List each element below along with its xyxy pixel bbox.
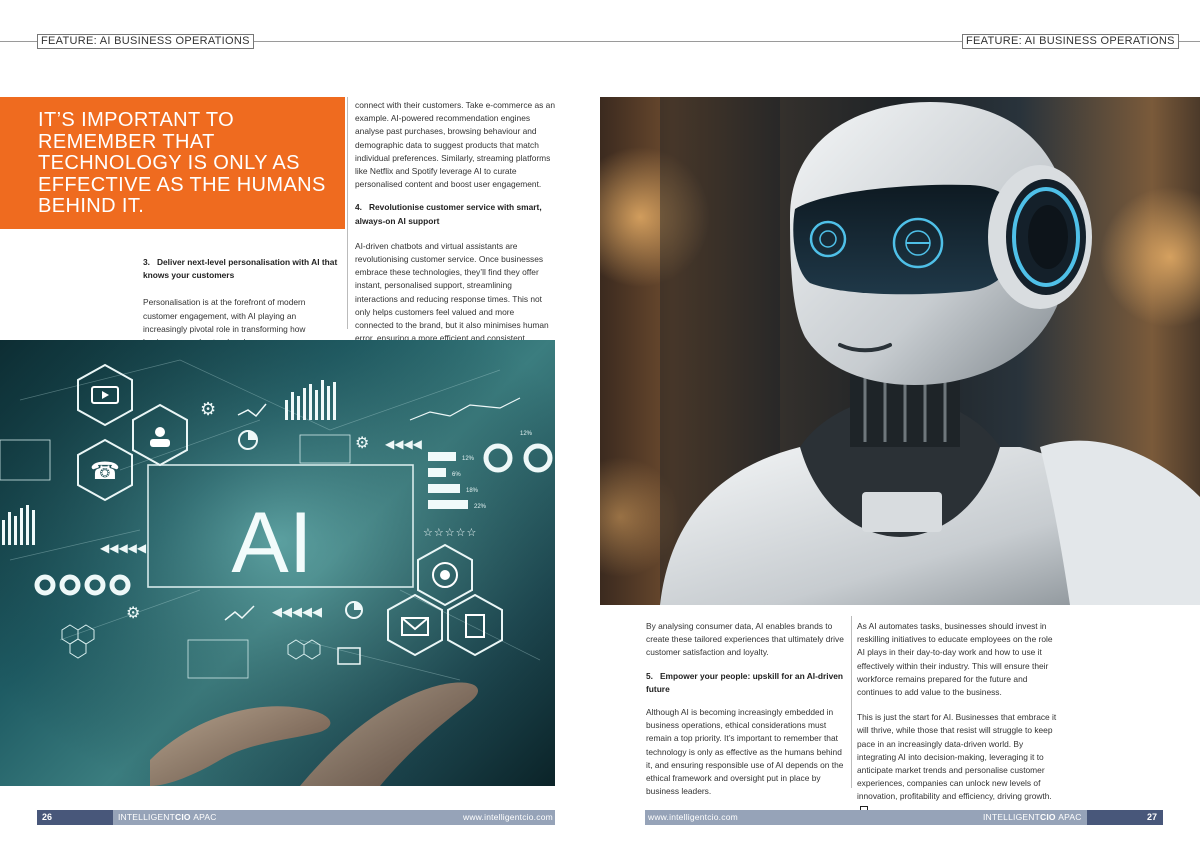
ai-big-label: AI xyxy=(231,495,312,591)
footer-url-left[interactable]: www.intelligentcio.com xyxy=(463,810,553,825)
arrows-icon-3: ◀◀◀◀◀ xyxy=(100,541,147,555)
heading-4: 4. Revolutionise customer service with s… xyxy=(355,202,542,226)
people-icon xyxy=(155,427,165,437)
heading-3: 3. Deliver next-level personalisation wi… xyxy=(143,257,338,281)
arrows-icon-2: ◀◀◀◀◀ xyxy=(272,604,322,619)
footer-brand-right: INTELLIGENTCIO APAC xyxy=(983,810,1082,825)
robot-illustration xyxy=(600,97,1200,605)
gear-icon-2: ⚙ xyxy=(355,435,369,452)
section-tag-left: FEATURE: AI BUSINESS OPERATIONS xyxy=(37,34,254,49)
brand-prefix: INTELLIGENT xyxy=(118,812,175,822)
right2-para-2: This is just the start for AI. Businesse… xyxy=(857,711,1062,817)
column-rule-right xyxy=(851,616,852,788)
right1-para-1: By analysing consumer data, AI enables b… xyxy=(646,621,844,658)
pct-label-4: 22% xyxy=(474,504,487,510)
phone-icon: ☎ xyxy=(90,458,120,485)
page-number-left: 26 xyxy=(37,810,113,825)
ai-hologram-illustration: AI ☎ 12% 6% 18% 22% 12% ☆☆☆☆☆ ◀◀◀◀ ◀◀◀◀◀… xyxy=(0,340,555,786)
robot-image xyxy=(600,97,1200,605)
page-number-right-text: 27 xyxy=(1146,812,1157,822)
left-column: 3. Deliver next-level personalisation wi… xyxy=(143,256,341,349)
ai-hologram-image: AI ☎ 12% 6% 18% 22% 12% ☆☆☆☆☆ ◀◀◀◀ ◀◀◀◀◀… xyxy=(0,340,555,786)
brand-bold: CIO xyxy=(175,812,191,822)
pct-label-1: 12% xyxy=(462,456,475,462)
right1-para-2: Although AI is becoming increasingly emb… xyxy=(646,707,844,797)
page-number-left-text: 26 xyxy=(42,812,53,822)
arrows-icon: ◀◀◀◀ xyxy=(385,437,423,451)
pct-label-2: 6% xyxy=(452,472,461,478)
pct-label-3: 18% xyxy=(466,488,479,494)
rating-stars-icon: ☆☆☆☆☆ xyxy=(423,527,477,539)
gear-icon-3: ⚙ xyxy=(126,605,140,622)
brand-suffix-right: APAC xyxy=(1058,812,1082,822)
right-column-1: By analysing consumer data, AI enables b… xyxy=(646,620,846,798)
mid-para-1: connect with their customers. Take e-com… xyxy=(355,100,555,190)
page-number-right: 27 xyxy=(1087,810,1163,825)
brand-suffix: APAC xyxy=(193,812,217,822)
pull-quote: IT’S IMPORTANT TO REMEMBER THAT TECHNOLO… xyxy=(38,109,326,217)
footer-brand-left: INTELLIGENTCIO APAC xyxy=(118,810,217,825)
heading-5: 5. Empower your people: upskill for an A… xyxy=(646,670,844,694)
right-column-2: As AI automates tasks, businesses should… xyxy=(857,620,1062,817)
pct-label-5: 12% xyxy=(520,431,533,437)
footer-url-right[interactable]: www.intelligentcio.com xyxy=(648,810,738,825)
middle-column: connect with their customers. Take e-com… xyxy=(355,99,555,359)
right2-para-2-text: This is just the start for AI. Businesse… xyxy=(857,712,1057,802)
brand-bold-right: CIO xyxy=(1040,812,1056,822)
section-tag-right: FEATURE: AI BUSINESS OPERATIONS xyxy=(962,34,1179,49)
gear-icon: ⚙ xyxy=(200,399,216,419)
column-rule-left xyxy=(347,97,348,329)
brand-prefix-right: INTELLIGENT xyxy=(983,812,1040,822)
right2-para-1: As AI automates tasks, businesses should… xyxy=(857,621,1053,698)
